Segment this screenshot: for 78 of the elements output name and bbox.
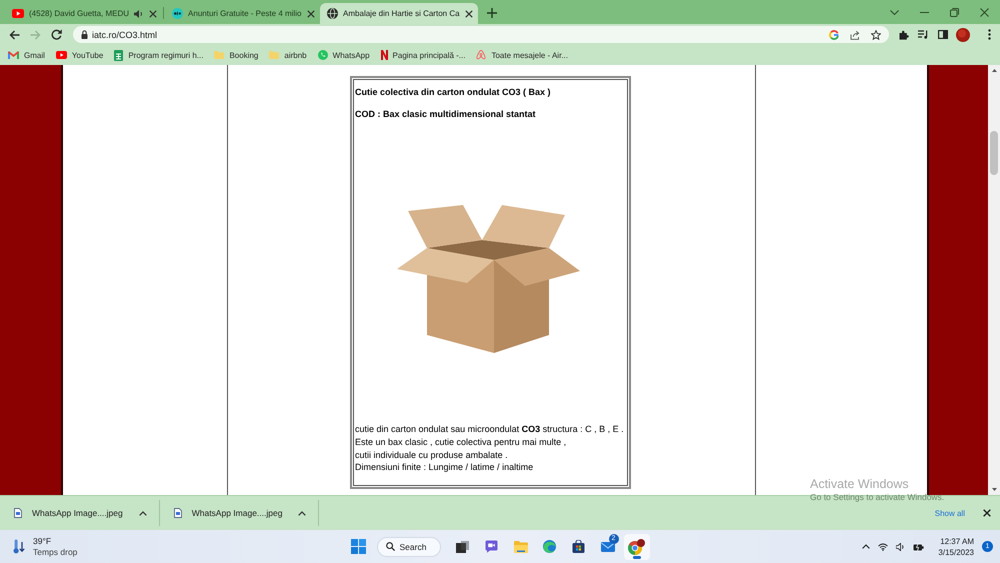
taskbar-button[interactable] [624, 534, 650, 560]
g-logo-icon[interactable] [829, 30, 839, 40]
circle-logo-icon [172, 8, 184, 19]
scrollbar-thumb[interactable] [990, 131, 998, 175]
bookmark-link[interactable]: Gmail [8, 50, 45, 60]
caret-up-icon[interactable] [298, 510, 306, 516]
mail-logo-icon [8, 51, 19, 59]
puzzle-icon[interactable] [899, 30, 909, 40]
restore-icon[interactable] [950, 8, 959, 16]
download-item[interactable]: WhatsApp Image....jpeg [160, 496, 318, 530]
active-indicator [632, 556, 640, 558]
segmented-circle-icon [628, 538, 645, 554]
window-grid-icon[interactable] [350, 539, 366, 554]
plus-icon[interactable] [486, 8, 497, 18]
address-bar[interactable]: iatc.ro/CO3.html [73, 26, 889, 43]
close-icon[interactable] [149, 10, 158, 18]
play-button-icon [56, 51, 67, 59]
close-icon[interactable] [983, 509, 991, 517]
menu-icon[interactable] [988, 29, 991, 40]
weather-condition[interactable]: Temps drop [33, 546, 78, 558]
lock-icon[interactable] [81, 30, 88, 39]
browser-tab[interactable]: Ambalaje din Hartie si Carton Ca [320, 3, 478, 24]
speaker-icon[interactable] [896, 542, 906, 550]
document-icon [14, 508, 22, 518]
loop-logo-icon [476, 50, 486, 60]
close-icon[interactable] [307, 10, 316, 18]
bookmark-link[interactable]: airbnb [269, 50, 307, 60]
reload-icon[interactable] [51, 29, 62, 40]
thermometer-icon[interactable] [13, 539, 25, 554]
folder-icon [214, 51, 224, 59]
product-description: cutie din carton ondulat sau microondulat CO3 structura : C , B , E . Este un bax clasic , cutie colectiva pentru mai multe , cutii individuale cu produse ambalate . Dimensiuni finite : Lungime / latime / inaltime [355, 423, 625, 474]
browser-tab[interactable]: Anunturi Gratuite - Peste 4 milio [165, 3, 320, 24]
clock-date[interactable]: 3/15/2023 [938, 546, 974, 558]
folder-icon [514, 540, 528, 552]
phone-bubble-icon [318, 50, 328, 60]
spreadsheet-icon [114, 50, 124, 60]
activation-notice-title: Activate Windows [810, 477, 910, 492]
bookmark-link[interactable]: Toate mesajele - Air... [476, 50, 568, 60]
bookmark-link[interactable]: WhatsApp [318, 50, 370, 60]
bookmark-link[interactable]: Pagina principală -... [380, 50, 466, 60]
back-arrow-icon[interactable] [9, 30, 20, 40]
side-panel-icon[interactable] [938, 30, 948, 39]
scroll-up-icon[interactable] [992, 69, 996, 72]
activation-notice-subtitle: Go to Settings to activate Windows. [810, 492, 944, 503]
chevron-up-icon[interactable] [862, 544, 870, 549]
document-icon [174, 508, 182, 518]
search-icon [386, 542, 394, 551]
playlist-icon[interactable] [918, 30, 929, 39]
n-logo-icon [380, 50, 388, 60]
chevron-down-icon[interactable] [890, 10, 899, 14]
weather-temperature[interactable]: 39°F [33, 536, 78, 546]
scroll-down-icon[interactable] [992, 488, 996, 491]
shopping-bag-icon [572, 540, 585, 553]
download-item[interactable]: WhatsApp Image....jpeg [0, 496, 159, 530]
bookmark-link[interactable]: Booking [214, 50, 258, 60]
product-title: Cutie colectiva din carton ondulat CO3 ( Bax ) [355, 87, 552, 98]
speaker-icon[interactable] [134, 10, 144, 18]
share-icon[interactable] [850, 30, 860, 40]
bookmark-link[interactable]: Program regimuri h... [114, 50, 204, 60]
close-icon[interactable] [464, 10, 473, 18]
bookmark-link[interactable]: YouTube [56, 50, 104, 60]
wifi-icon[interactable] [878, 542, 888, 550]
envelope-icon [600, 541, 614, 552]
globe-icon [327, 8, 338, 19]
video-chat-icon [485, 540, 498, 553]
show-all-button[interactable]: Show all [930, 506, 969, 520]
stacked-windows-icon [456, 540, 469, 552]
avatar-icon[interactable] [956, 28, 970, 42]
star-icon[interactable] [871, 30, 881, 40]
clock-time[interactable]: 12:37 AM [940, 536, 974, 546]
product-code: COD : Bax clasic multidimensional stantat [355, 109, 537, 120]
search-button[interactable]: Search [376, 536, 440, 556]
browser-tab[interactable]: (4528) David Guetta, MEDU [5, 3, 162, 24]
swirl-icon [543, 540, 556, 553]
caret-up-icon[interactable] [138, 510, 147, 516]
play-button-icon [12, 9, 24, 18]
battery-icon[interactable] [913, 542, 924, 550]
folder-icon [269, 51, 280, 59]
